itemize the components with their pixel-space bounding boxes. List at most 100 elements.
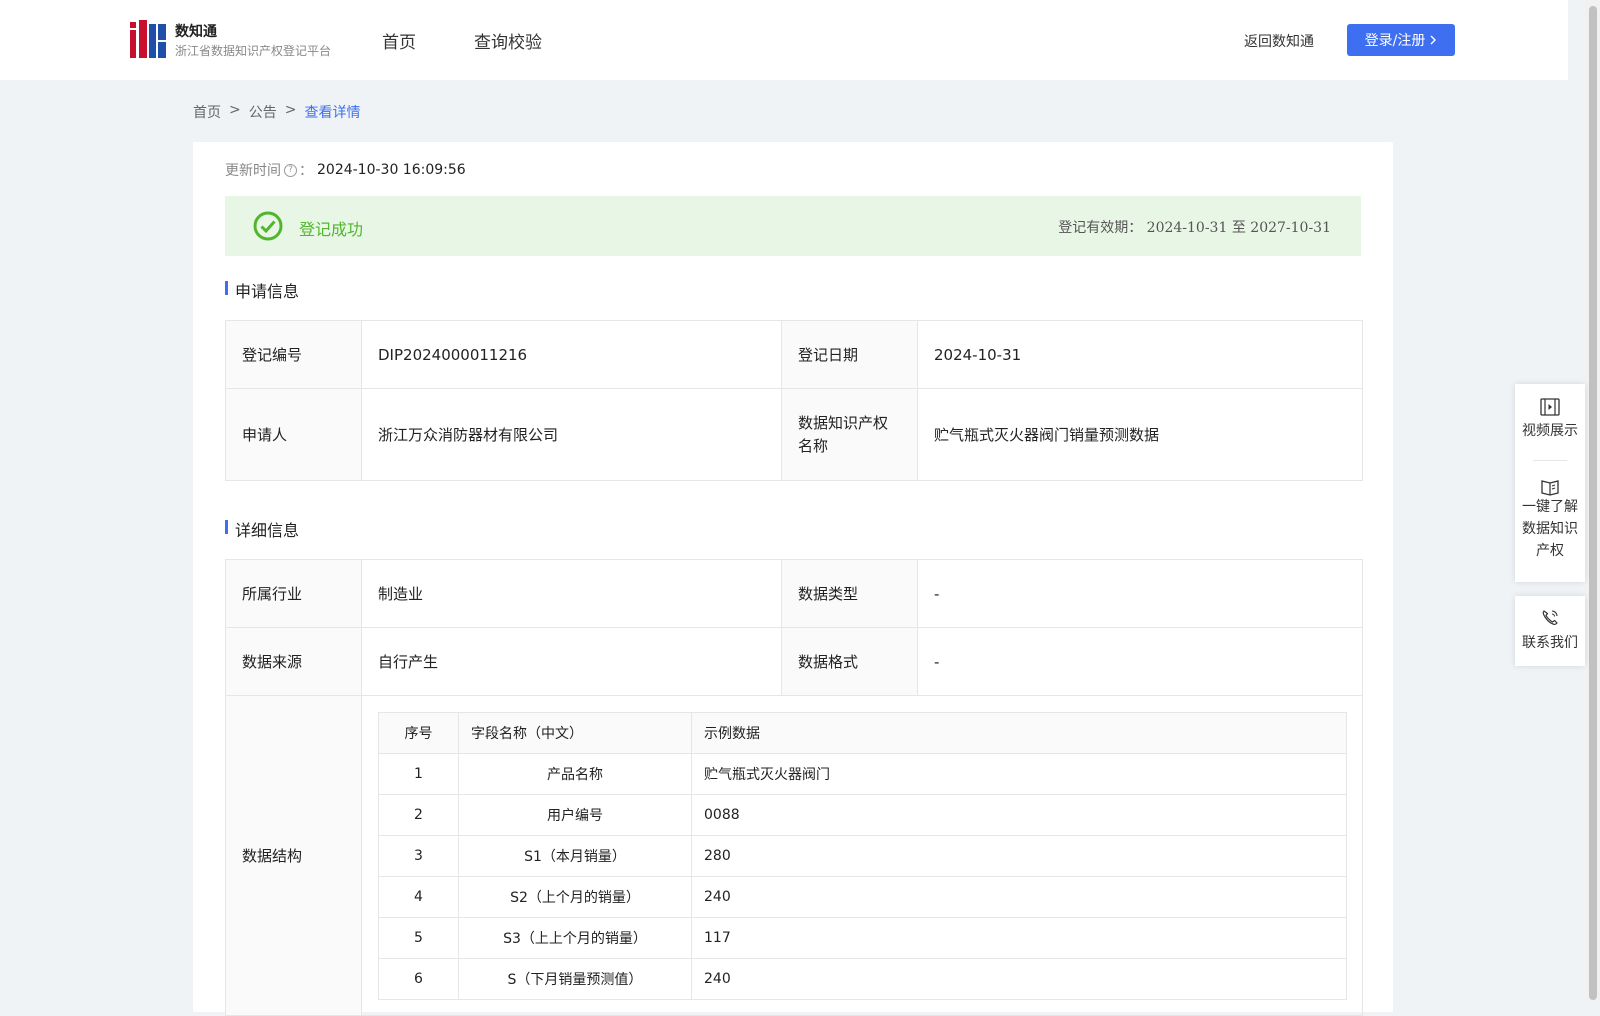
format-label: 数据格式 — [781, 627, 918, 696]
data-type-label: 数据类型 — [781, 559, 918, 628]
cell-sample-data: 0088 — [691, 794, 1347, 836]
ip-name-value: 贮气瓶式灭火器阀门销量预测数据 — [917, 388, 1363, 481]
industry-label: 所属行业 — [225, 559, 362, 628]
learn-ip-button[interactable]: 一键了解 数据知识 产权 — [1515, 478, 1585, 562]
cell-sample-data: 240 — [691, 876, 1347, 918]
cell-index: 5 — [378, 917, 459, 959]
update-time-label: 更新时间 — [225, 163, 281, 179]
breadcrumb-separator: > — [229, 102, 241, 118]
source-value: 自行产生 — [361, 627, 782, 696]
data-structure-table: 序号 字段名称（中文） 示例数据 1 产品名称 贮气瓶式灭火器阀门 2 用户编号… — [378, 712, 1347, 1000]
nav-home[interactable]: 首页 — [382, 28, 416, 53]
status-text: 登记成功 — [299, 220, 364, 239]
reg-date-label: 登记日期 — [781, 320, 918, 389]
cell-index: 2 — [378, 794, 459, 836]
validity-label: 登记有效期： — [1058, 220, 1143, 236]
structure-cell: 序号 字段名称（中文） 示例数据 1 产品名称 贮气瓶式灭火器阀门 2 用户编号… — [361, 695, 1363, 1016]
breadcrumb-current: 查看详情 — [304, 105, 361, 121]
reg-date-value: 2024-10-31 — [917, 320, 1363, 389]
cell-field-name: S3（上上个月的销量） — [458, 917, 692, 959]
status-banner: 登记成功 登记有效期： 2024-10-31 至 2027-10-31 — [225, 196, 1361, 256]
brand-name: 数知通 — [175, 24, 217, 40]
ip-name-label: 数据知识产权名称 — [781, 388, 918, 481]
top-header: 数知通 浙江省数据知识产权登记平台 首页 查询校验 返回数知通 登录/注册 — [0, 0, 1568, 80]
login-register-label: 登录/注册 — [1364, 33, 1426, 49]
header-sample-data: 示例数据 — [691, 712, 1347, 754]
table-header-row: 序号 字段名称（中文） 示例数据 — [378, 712, 1347, 754]
application-info-table: 登记编号 DIP2024000011216 登记日期 2024-10-31 申请… — [225, 320, 1363, 481]
side-divider — [1533, 460, 1567, 461]
video-showcase-label: 视频展示 — [1522, 423, 1578, 439]
page-scrollbar[interactable] — [1586, 0, 1600, 1000]
table-row: 所属行业 制造业 数据类型 - — [225, 559, 1363, 628]
cell-field-name: S1（本月销量） — [458, 835, 692, 877]
nav-query-verify[interactable]: 查询校验 — [474, 28, 542, 53]
contact-us-label: 联系我们 — [1522, 635, 1578, 651]
cell-field-name: S2（上个月的销量） — [458, 876, 692, 918]
cell-index: 3 — [378, 835, 459, 877]
validity-start: 2024-10-31 — [1146, 220, 1228, 236]
book-icon — [1541, 480, 1559, 496]
help-question-icon[interactable]: ? — [284, 163, 297, 177]
cell-index: 1 — [378, 753, 459, 795]
header-index: 序号 — [378, 712, 459, 754]
cell-field-name: 用户编号 — [458, 794, 692, 836]
platform-logo-icon — [130, 20, 166, 58]
reg-no-label: 登记编号 — [225, 320, 362, 389]
scrollbar-thumb[interactable] — [1589, 6, 1597, 1000]
detail-card: 更新时间 ? ： 2024-10-30 16:09:56 登记成功 登记有效期：… — [193, 142, 1393, 1016]
breadcrumb: 首页 > 公告 > 查看详情 — [193, 102, 360, 122]
side-contact-panel: 联系我们 — [1515, 596, 1585, 666]
cell-sample-data: 280 — [691, 835, 1347, 877]
validity-period: 登记有效期： 2024-10-31 至 2027-10-31 — [1058, 217, 1331, 237]
brand-subtitle: 浙江省数据知识产权登记平台 — [175, 44, 332, 58]
data-type-value: - — [917, 559, 1363, 628]
cell-field-name: S（下月销量预测值） — [458, 958, 692, 1000]
cell-index: 4 — [378, 876, 459, 918]
chevron-right-icon — [1430, 35, 1437, 45]
phone-icon — [1542, 610, 1558, 626]
table-row: 4 S2（上个月的销量） 240 — [378, 876, 1347, 918]
table-row: 数据结构 序号 字段名称（中文） 示例数据 1 产品名称 贮气瓶式灭火器阀门 2… — [225, 695, 1363, 1016]
table-row: 申请人 浙江万众消防器材有限公司 数据知识产权名称 贮气瓶式灭火器阀门销量预测数… — [225, 388, 1363, 481]
contact-us-button[interactable]: 联系我们 — [1515, 608, 1585, 652]
header-field-name: 字段名称（中文） — [458, 712, 692, 754]
section-title-application: 申请信息 — [225, 278, 299, 302]
section-title-details: 详细信息 — [225, 517, 299, 541]
breadcrumb-home[interactable]: 首页 — [193, 102, 221, 122]
table-row: 6 S（下月销量预测值） 240 — [378, 958, 1347, 1000]
video-showcase-button[interactable]: 视频展示 — [1515, 398, 1585, 440]
video-icon — [1540, 398, 1560, 416]
detail-info-table: 所属行业 制造业 数据类型 - 数据来源 自行产生 数据格式 - 数据结构 序号… — [225, 559, 1363, 1016]
learn-ip-label-line1: 一键了解 — [1522, 499, 1578, 515]
breadcrumb-announcement[interactable]: 公告 — [249, 102, 277, 122]
cell-field-name: 产品名称 — [458, 753, 692, 795]
table-row: 2 用户编号 0088 — [378, 794, 1347, 836]
update-time-colon: ： — [299, 163, 313, 179]
back-to-platform-link[interactable]: 返回数知通 — [1244, 31, 1314, 51]
table-row: 数据来源 自行产生 数据格式 - — [225, 627, 1363, 696]
cell-index: 6 — [378, 958, 459, 1000]
source-label: 数据来源 — [225, 627, 362, 696]
validity-end: 2027-10-31 — [1250, 220, 1331, 236]
reg-no-value: DIP2024000011216 — [361, 320, 782, 389]
update-time-value: 2024-10-30 16:09:56 — [317, 162, 466, 178]
applicant-value: 浙江万众消防器材有限公司 — [361, 388, 782, 481]
table-row: 3 S1（本月销量） 280 — [378, 835, 1347, 877]
learn-ip-label-line2: 数据知识 — [1522, 521, 1578, 537]
industry-value: 制造业 — [361, 559, 782, 628]
table-row: 登记编号 DIP2024000011216 登记日期 2024-10-31 — [225, 320, 1363, 389]
table-row: 5 S3（上上个月的销量） 117 — [378, 917, 1347, 959]
login-register-button[interactable]: 登录/注册 — [1347, 24, 1455, 56]
learn-ip-label-line3: 产权 — [1536, 543, 1564, 559]
breadcrumb-separator: > — [284, 102, 297, 118]
cell-sample-data: 240 — [691, 958, 1347, 1000]
format-value: - — [917, 627, 1363, 696]
side-float-panel: 视频展示 一键了解 数据知识 产权 — [1515, 384, 1585, 582]
table-row: 1 产品名称 贮气瓶式灭火器阀门 — [378, 753, 1347, 795]
validity-to-word: 至 — [1231, 220, 1246, 236]
update-time-row: 更新时间 ? ： 2024-10-30 16:09:56 — [225, 160, 466, 180]
structure-label: 数据结构 — [225, 695, 362, 1016]
cell-sample-data: 贮气瓶式灭火器阀门 — [691, 753, 1347, 795]
applicant-label: 申请人 — [225, 388, 362, 481]
